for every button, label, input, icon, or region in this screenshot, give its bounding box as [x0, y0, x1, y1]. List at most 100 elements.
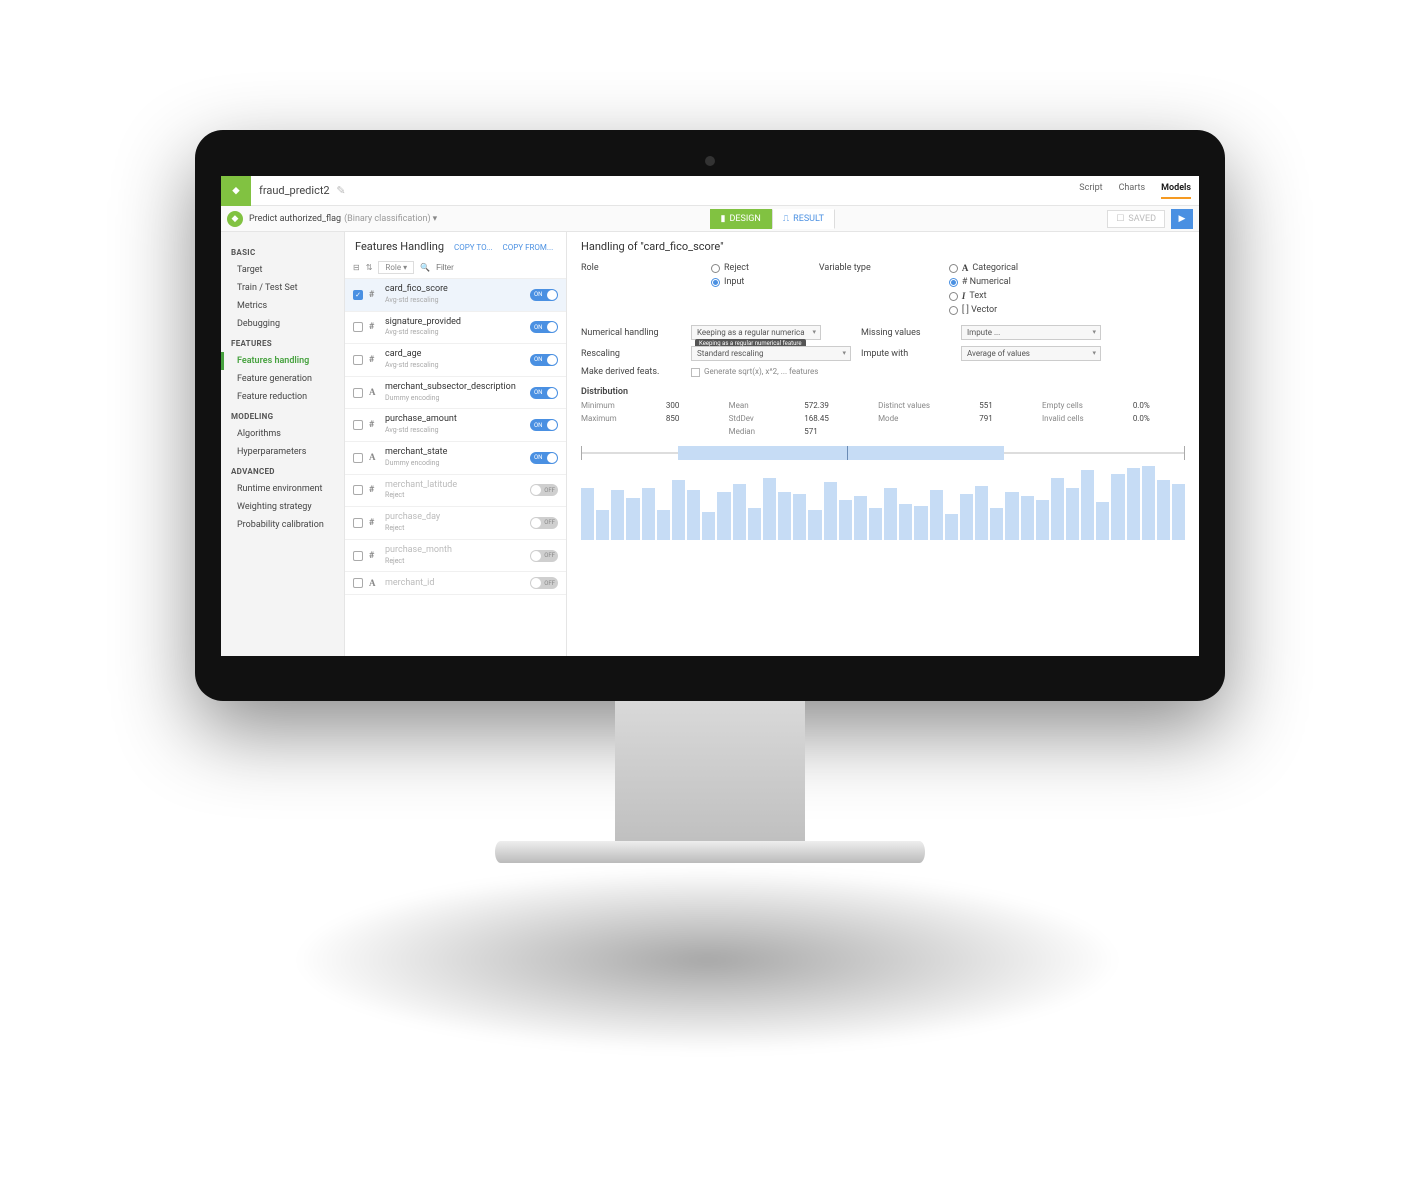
feature-checkbox[interactable] [353, 551, 363, 561]
hist-bar [869, 508, 882, 540]
impute-select[interactable]: Average of values [961, 346, 1101, 361]
hist-bar [1111, 474, 1124, 540]
sidebar-head-advanced: ADVANCED [221, 461, 344, 480]
feature-checkbox[interactable]: ✓ [353, 290, 363, 300]
feature-checkbox[interactable] [353, 388, 363, 398]
feature-subtitle: Dummy encoding [385, 459, 439, 467]
feature-row-signature_provided[interactable]: #signature_providedAvg-std rescalingON [345, 312, 566, 345]
sidebar-item-probability[interactable]: Probability calibration [221, 516, 344, 534]
hist-bar [839, 500, 852, 540]
feature-row-merchant_id[interactable]: Amerchant_idOFF [345, 572, 566, 595]
feature-toggle[interactable]: OFF [530, 550, 558, 562]
run-button[interactable]: ▶ [1171, 209, 1193, 229]
feature-row-merchant_state[interactable]: Amerchant_stateDummy encodingON [345, 442, 566, 475]
derived-checkbox[interactable] [691, 368, 700, 377]
tab-script[interactable]: Script [1079, 183, 1102, 199]
boxplot [581, 446, 1185, 460]
hist-bar [824, 482, 837, 540]
copy-to-link[interactable]: COPY TO... [454, 243, 493, 252]
feature-checkbox[interactable] [353, 453, 363, 463]
task-subtitle: (Binary classification) [344, 214, 431, 224]
feature-toggle[interactable]: OFF [530, 484, 558, 496]
hist-bar [1157, 480, 1170, 540]
hist-bar [1096, 502, 1109, 540]
histogram [581, 466, 1185, 540]
monitor-shadow [120, 830, 1295, 1090]
feature-checkbox[interactable] [353, 322, 363, 332]
hist-bar [854, 496, 867, 540]
monitor-mockup: ◆ fraud_predict2 ✎ Script Charts Models [195, 130, 1225, 863]
feature-toggle[interactable]: ON [530, 452, 558, 464]
sidebar-item-algorithms[interactable]: Algorithms [221, 425, 344, 443]
feature-row-purchase_amount[interactable]: #purchase_amountAvg-std rescalingON [345, 409, 566, 442]
hist-bar [748, 508, 761, 540]
feature-toggle[interactable]: ON [530, 289, 558, 301]
hist-bar [1081, 470, 1094, 540]
feature-checkbox[interactable] [353, 578, 363, 588]
role-reject-radio[interactable]: Reject [711, 263, 749, 273]
hist-bar [884, 488, 897, 540]
feature-row-merchant_subsector_description[interactable]: Amerchant_subsector_descriptionDummy enc… [345, 377, 566, 410]
feature-subtitle: Avg-std rescaling [385, 426, 439, 434]
vt-text-radio[interactable]: I Text [949, 291, 1018, 301]
hist-bar [626, 498, 639, 540]
copy-from-link[interactable]: COPY FROM... [503, 243, 554, 252]
sidebar-item-runtime[interactable]: Runtime environment [221, 480, 344, 498]
sidebar-item-feature-reduction[interactable]: Feature reduction [221, 388, 344, 406]
task-title[interactable]: Predict authorized_flag [249, 214, 341, 224]
feature-checkbox[interactable] [353, 355, 363, 365]
hist-bar [672, 480, 685, 540]
hist-bar [763, 478, 776, 540]
saved-button[interactable]: ☐ SAVED [1107, 210, 1165, 228]
feature-list-col: Features Handling COPY TO... COPY FROM..… [345, 232, 567, 656]
feature-checkbox[interactable] [353, 420, 363, 430]
sidebar-item-traintest[interactable]: Train / Test Set [221, 279, 344, 297]
feature-row-purchase_month[interactable]: #purchase_monthRejectOFF [345, 540, 566, 573]
missing-select[interactable]: Impute ... [961, 325, 1101, 340]
feature-toggle[interactable]: OFF [530, 517, 558, 529]
app-logo-icon[interactable]: ◆ [221, 176, 251, 206]
edit-icon[interactable]: ✎ [336, 184, 345, 197]
sort-icon[interactable]: ⇅ [366, 263, 373, 272]
design-button[interactable]: ▮ DESIGN [710, 209, 772, 229]
vt-numerical-radio[interactable]: # Numerical [949, 277, 1018, 287]
vt-vector-radio[interactable]: [ ] Vector [949, 305, 1018, 315]
hist-bar [611, 490, 624, 540]
feature-row-card_fico_score[interactable]: ✓#card_fico_scoreAvg-std rescalingON [345, 279, 566, 312]
feature-toggle[interactable]: ON [530, 387, 558, 399]
sidebar-item-feature-generation[interactable]: Feature generation [221, 370, 344, 388]
feature-row-card_age[interactable]: #card_ageAvg-std rescalingON [345, 344, 566, 377]
vt-categorical-radio[interactable]: A Categorical [949, 263, 1018, 273]
tab-charts[interactable]: Charts [1119, 183, 1146, 199]
result-button[interactable]: ⎍ RESULT [772, 209, 835, 229]
tab-models[interactable]: Models [1161, 183, 1191, 199]
chevron-down-icon[interactable]: ▾ [433, 214, 438, 224]
breadcrumb[interactable]: fraud_predict2 ✎ [259, 184, 1079, 197]
feature-row-merchant_latitude[interactable]: #merchant_latitudeRejectOFF [345, 475, 566, 508]
role-dropdown[interactable]: Role ▾ [378, 261, 414, 274]
camera-dot [705, 156, 715, 166]
hist-bar [702, 512, 715, 540]
feature-name: purchase_amount [385, 414, 457, 424]
hist-bar [945, 514, 958, 540]
feature-toggle[interactable]: ON [530, 419, 558, 431]
minimize-icon[interactable]: ⊟ [353, 263, 360, 272]
rescaling-select[interactable]: Standard rescaling [691, 346, 851, 361]
filter-input[interactable] [436, 263, 558, 272]
feature-toggle[interactable]: ON [530, 321, 558, 333]
numhandling-select[interactable]: Keeping as a regular numerica [691, 325, 821, 340]
feature-toggle[interactable]: ON [530, 354, 558, 366]
sidebar-item-hyperparameters[interactable]: Hyperparameters [221, 443, 344, 461]
sidebar-item-target[interactable]: Target [221, 261, 344, 279]
sidebar-item-metrics[interactable]: Metrics [221, 297, 344, 315]
sidebar-item-weighting[interactable]: Weighting strategy [221, 498, 344, 516]
feature-checkbox[interactable] [353, 518, 363, 528]
role-input-radio[interactable]: Input [711, 277, 749, 287]
feature-row-purchase_day[interactable]: #purchase_dayRejectOFF [345, 507, 566, 540]
feature-toggle[interactable]: OFF [530, 577, 558, 589]
feature-checkbox[interactable] [353, 485, 363, 495]
hist-bar [808, 510, 821, 540]
sidebar-item-features-handling[interactable]: Features handling [221, 352, 344, 370]
sidebar-item-debugging[interactable]: Debugging [221, 315, 344, 333]
feature-name: purchase_day [385, 512, 440, 522]
